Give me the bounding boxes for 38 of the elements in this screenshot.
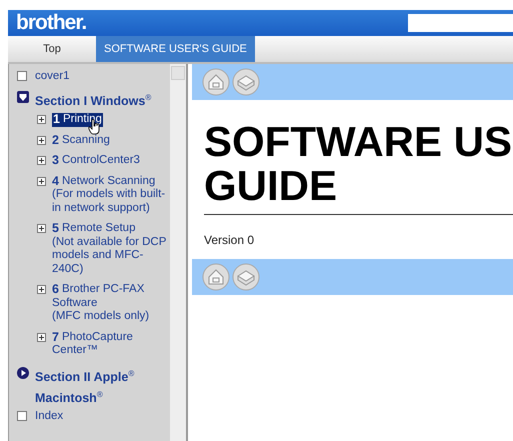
tab[interactable]: SOFTWARE USER'S GUIDE — [96, 36, 255, 62]
tree-item[interactable]: 5 Remote Setup — [52, 222, 166, 236]
version-text: Version 0 — [203, 232, 256, 249]
tree-item[interactable]: 4 Network Scanning — [52, 174, 166, 188]
tree-item[interactable]: 6 Brother PC-FAX — [52, 283, 150, 297]
tab[interactable]: Top — [8, 36, 96, 62]
printer-icon[interactable] — [232, 68, 260, 96]
tree-item-note: (MFC models only) — [52, 310, 150, 324]
expand-icon[interactable] — [37, 332, 46, 342]
tree-item[interactable]: Index — [35, 410, 64, 422]
search-field[interactable] — [408, 14, 513, 32]
tree-item-note: Software — [52, 296, 98, 310]
page-icon — [17, 71, 27, 81]
expand-icon[interactable] — [37, 176, 46, 186]
expand-icon[interactable] — [37, 156, 46, 166]
brand-logo: brother. — [15, 11, 86, 35]
scrollbar[interactable] — [170, 64, 188, 441]
expand-icon[interactable] — [37, 224, 46, 234]
tree-item-note: Center™ — [52, 344, 100, 358]
tree-item[interactable]: cover1 — [35, 70, 70, 82]
page-icon — [17, 410, 27, 421]
tree-item[interactable]: 2 Scanning — [52, 134, 110, 148]
tree-item[interactable]: 7 PhotoCapture — [52, 330, 133, 344]
tree-item-note: (Not available for DCP — [52, 236, 166, 250]
expand-icon[interactable] — [37, 136, 46, 145]
tree-item-note: models and MFC- — [52, 249, 144, 263]
page-heading: SOFTWARE US GUIDE — [203, 117, 513, 208]
tree-item-note: in network support) — [52, 202, 151, 216]
expand-icon[interactable] — [37, 115, 46, 124]
tree-item[interactable]: 3 ControlCenter3 — [52, 154, 140, 168]
tree-item-note: (For models with built- — [52, 188, 166, 202]
home-icon[interactable] — [202, 263, 230, 291]
section-link[interactable]: Section I Windows$^{®}$ — [35, 89, 152, 110]
printer-icon[interactable] — [232, 263, 260, 291]
expand-icon[interactable] — [37, 285, 46, 294]
section-link[interactable]: Section II Apple$^{®}$ Macintosh$^{®}$ — [35, 364, 170, 407]
home-icon[interactable] — [202, 68, 230, 96]
tree-item-note: 240C) — [52, 262, 84, 276]
